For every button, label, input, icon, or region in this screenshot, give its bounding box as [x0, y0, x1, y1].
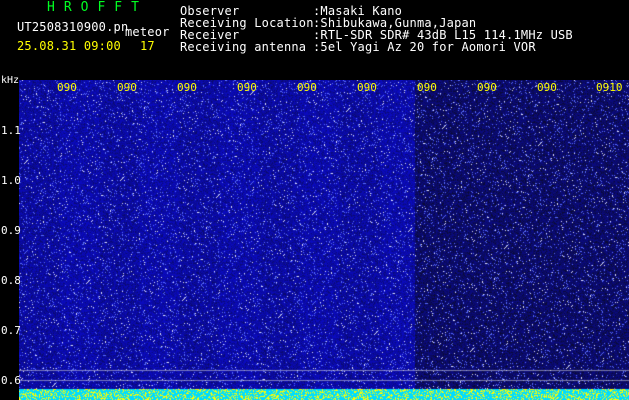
x-tick-label: 090 — [417, 81, 437, 94]
x-tick-label: 090 — [357, 81, 377, 94]
x-tick-label: 090 — [477, 81, 497, 94]
y-tick-label: 0.6 — [1, 374, 21, 387]
file-name-suffix: meteor — [125, 25, 170, 39]
x-tick-label: 0910 — [596, 81, 623, 94]
y-tick-label: 0.7 — [1, 324, 21, 337]
capture-datetime: 25.08.31 09:00 — [17, 39, 121, 53]
antenna-label: Receiving antenna — [180, 40, 307, 54]
x-tick-label: 090 — [177, 81, 197, 94]
x-tick-label: 090 — [117, 81, 137, 94]
y-tick-label: 1.1 — [1, 124, 21, 137]
x-tick-label: 090 — [237, 81, 257, 94]
spectrogram-canvas — [19, 80, 629, 400]
hrofft-window: HROFFT UT2508310900.pn meteor 25.08.31 0… — [0, 0, 629, 400]
y-axis-unit: kHz — [1, 75, 20, 86]
y-tick-label: 0.8 — [1, 274, 21, 287]
x-tick-label: 090 — [57, 81, 77, 94]
app-title: HROFFT — [47, 0, 148, 15]
x-tick-label: 090 — [537, 81, 557, 94]
y-tick-label: 1.0 — [1, 174, 21, 187]
antenna-value: :5el Yagi Az 20 for Aomori VOR — [313, 40, 536, 54]
meteor-count: 17 — [140, 39, 155, 53]
y-tick-label: 0.9 — [1, 224, 21, 237]
file-name: UT2508310900.pn — [17, 20, 129, 34]
x-tick-label: 090 — [297, 81, 317, 94]
